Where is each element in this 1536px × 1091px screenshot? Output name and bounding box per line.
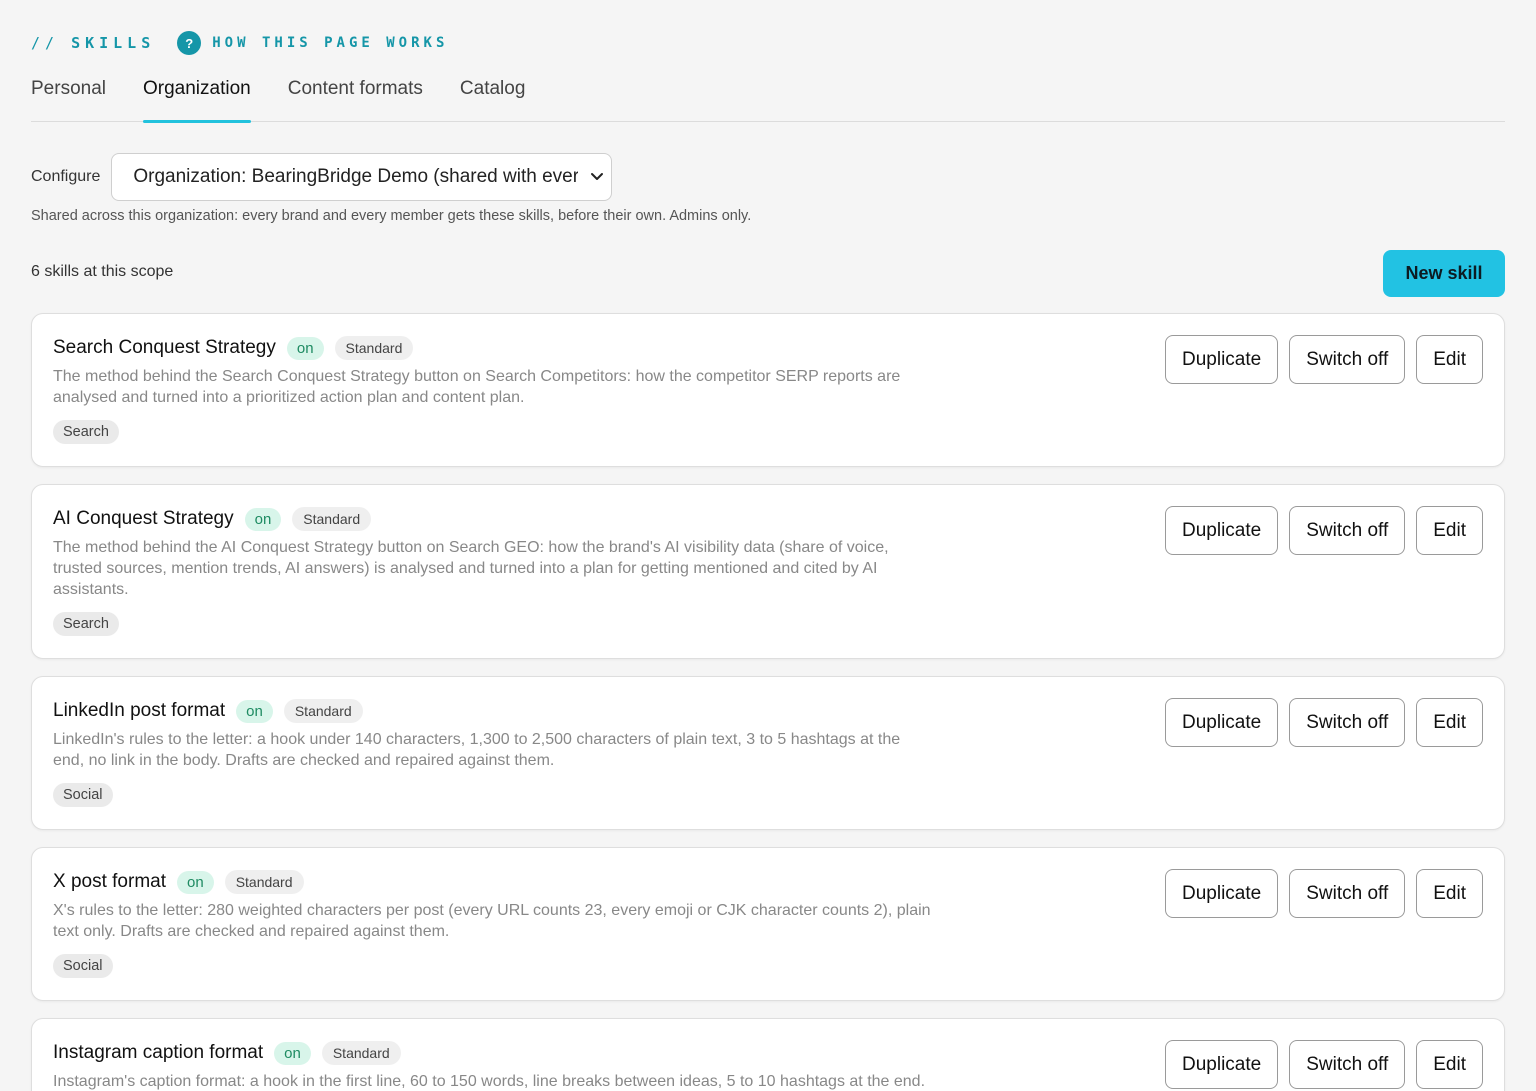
kind-badge: Standard xyxy=(321,1041,401,1065)
eyebrow-slashes: // xyxy=(31,34,60,52)
category-tag: Social xyxy=(53,954,113,978)
duplicate-button[interactable]: Duplicate xyxy=(1165,506,1279,555)
skill-title: Search Conquest Strategy xyxy=(53,337,276,358)
duplicate-button[interactable]: Duplicate xyxy=(1165,335,1279,384)
skill-actions: Duplicate Switch off Edit xyxy=(1165,506,1483,555)
switch-off-button[interactable]: Switch off xyxy=(1289,506,1406,555)
edit-button[interactable]: Edit xyxy=(1416,335,1483,384)
help-icon[interactable]: ? xyxy=(177,31,202,55)
skill-actions: Duplicate Switch off Edit xyxy=(1165,869,1483,918)
tab-personal[interactable]: Personal xyxy=(31,70,106,122)
skill-title-row: X post format on Standard xyxy=(53,870,304,894)
skill-card: Instagram caption format on Standard Ins… xyxy=(31,1018,1505,1091)
tab-content-formats[interactable]: Content formats xyxy=(288,70,423,122)
switch-off-button[interactable]: Switch off xyxy=(1289,869,1406,918)
skill-card: AI Conquest Strategy on Standard The met… xyxy=(31,484,1505,659)
skill-actions: Duplicate Switch off Edit xyxy=(1165,1040,1483,1089)
new-skill-button[interactable]: New skill xyxy=(1383,250,1505,297)
category-tag: Search xyxy=(53,612,119,636)
duplicate-button[interactable]: Duplicate xyxy=(1165,1040,1279,1089)
configure-row: Configure Organization: BearingBridge De… xyxy=(31,153,613,201)
edit-button[interactable]: Edit xyxy=(1416,1040,1483,1089)
kind-badge: Standard xyxy=(224,870,304,894)
skill-title-row: LinkedIn post format on Standard xyxy=(53,699,363,723)
skill-description: LinkedIn's rules to the letter: a hook u… xyxy=(53,731,901,769)
status-badge: on xyxy=(236,699,273,723)
skill-actions: Duplicate Switch off Edit xyxy=(1165,698,1483,747)
kind-badge: Standard xyxy=(292,507,372,531)
section-label: SKILLS xyxy=(71,34,156,52)
scope-select[interactable]: Organization: BearingBridge Demo (shared… xyxy=(111,153,613,201)
switch-off-button[interactable]: Switch off xyxy=(1289,335,1406,384)
skill-description: Instagram's caption format: a hook in th… xyxy=(53,1073,926,1090)
edit-button[interactable]: Edit xyxy=(1416,869,1483,918)
duplicate-button[interactable]: Duplicate xyxy=(1165,698,1279,747)
tab-organization[interactable]: Organization xyxy=(143,70,251,123)
skill-actions: Duplicate Switch off Edit xyxy=(1165,335,1483,384)
skill-description: The method behind the AI Conquest Strate… xyxy=(53,539,889,598)
skill-title-row: Search Conquest Strategy on Standard xyxy=(53,336,414,360)
skill-description: The method behind the Search Conquest St… xyxy=(53,368,901,406)
skill-title-row: AI Conquest Strategy on Standard xyxy=(53,507,372,531)
scope-description: Shared across this organization: every b… xyxy=(31,208,752,224)
skill-title: LinkedIn post format xyxy=(53,700,226,721)
skill-title: X post format xyxy=(53,871,166,892)
scope-tabs: Personal Organization Content formats Ca… xyxy=(31,70,1505,123)
skill-title-row: Instagram caption format on Standard xyxy=(53,1041,401,1065)
page-eyebrow: // SKILLS ? HOW THIS PAGE WORKS xyxy=(31,31,448,55)
skill-count: 6 skills at this scope xyxy=(31,263,174,280)
edit-button[interactable]: Edit xyxy=(1416,698,1483,747)
how-this-page-works-link[interactable]: HOW THIS PAGE WORKS xyxy=(212,35,448,51)
skill-title: Instagram caption format xyxy=(53,1042,264,1063)
category-tag: Search xyxy=(53,420,119,444)
edit-button[interactable]: Edit xyxy=(1416,506,1483,555)
skill-card: LinkedIn post format on Standard LinkedI… xyxy=(31,676,1505,830)
skill-card: Search Conquest Strategy on Standard The… xyxy=(31,313,1505,467)
scope-select-value: Organization: BearingBridge Demo (shared… xyxy=(133,166,579,187)
kind-badge: Standard xyxy=(334,336,414,360)
skill-title: AI Conquest Strategy xyxy=(53,508,234,529)
chevron-down-icon xyxy=(591,173,604,180)
status-badge: on xyxy=(274,1041,311,1065)
tab-catalog[interactable]: Catalog xyxy=(460,70,526,122)
status-badge: on xyxy=(177,870,214,894)
kind-badge: Standard xyxy=(283,699,363,723)
configure-label: Configure xyxy=(31,168,101,185)
status-badge: on xyxy=(244,507,282,531)
category-tag: Social xyxy=(53,783,113,807)
switch-off-button[interactable]: Switch off xyxy=(1289,698,1406,747)
skill-card: X post format on Standard X's rules to t… xyxy=(31,847,1505,1001)
duplicate-button[interactable]: Duplicate xyxy=(1165,869,1279,918)
status-badge: on xyxy=(286,336,324,360)
skill-description: X's rules to the letter: 280 weighted ch… xyxy=(53,902,931,940)
switch-off-button[interactable]: Switch off xyxy=(1289,1040,1406,1089)
